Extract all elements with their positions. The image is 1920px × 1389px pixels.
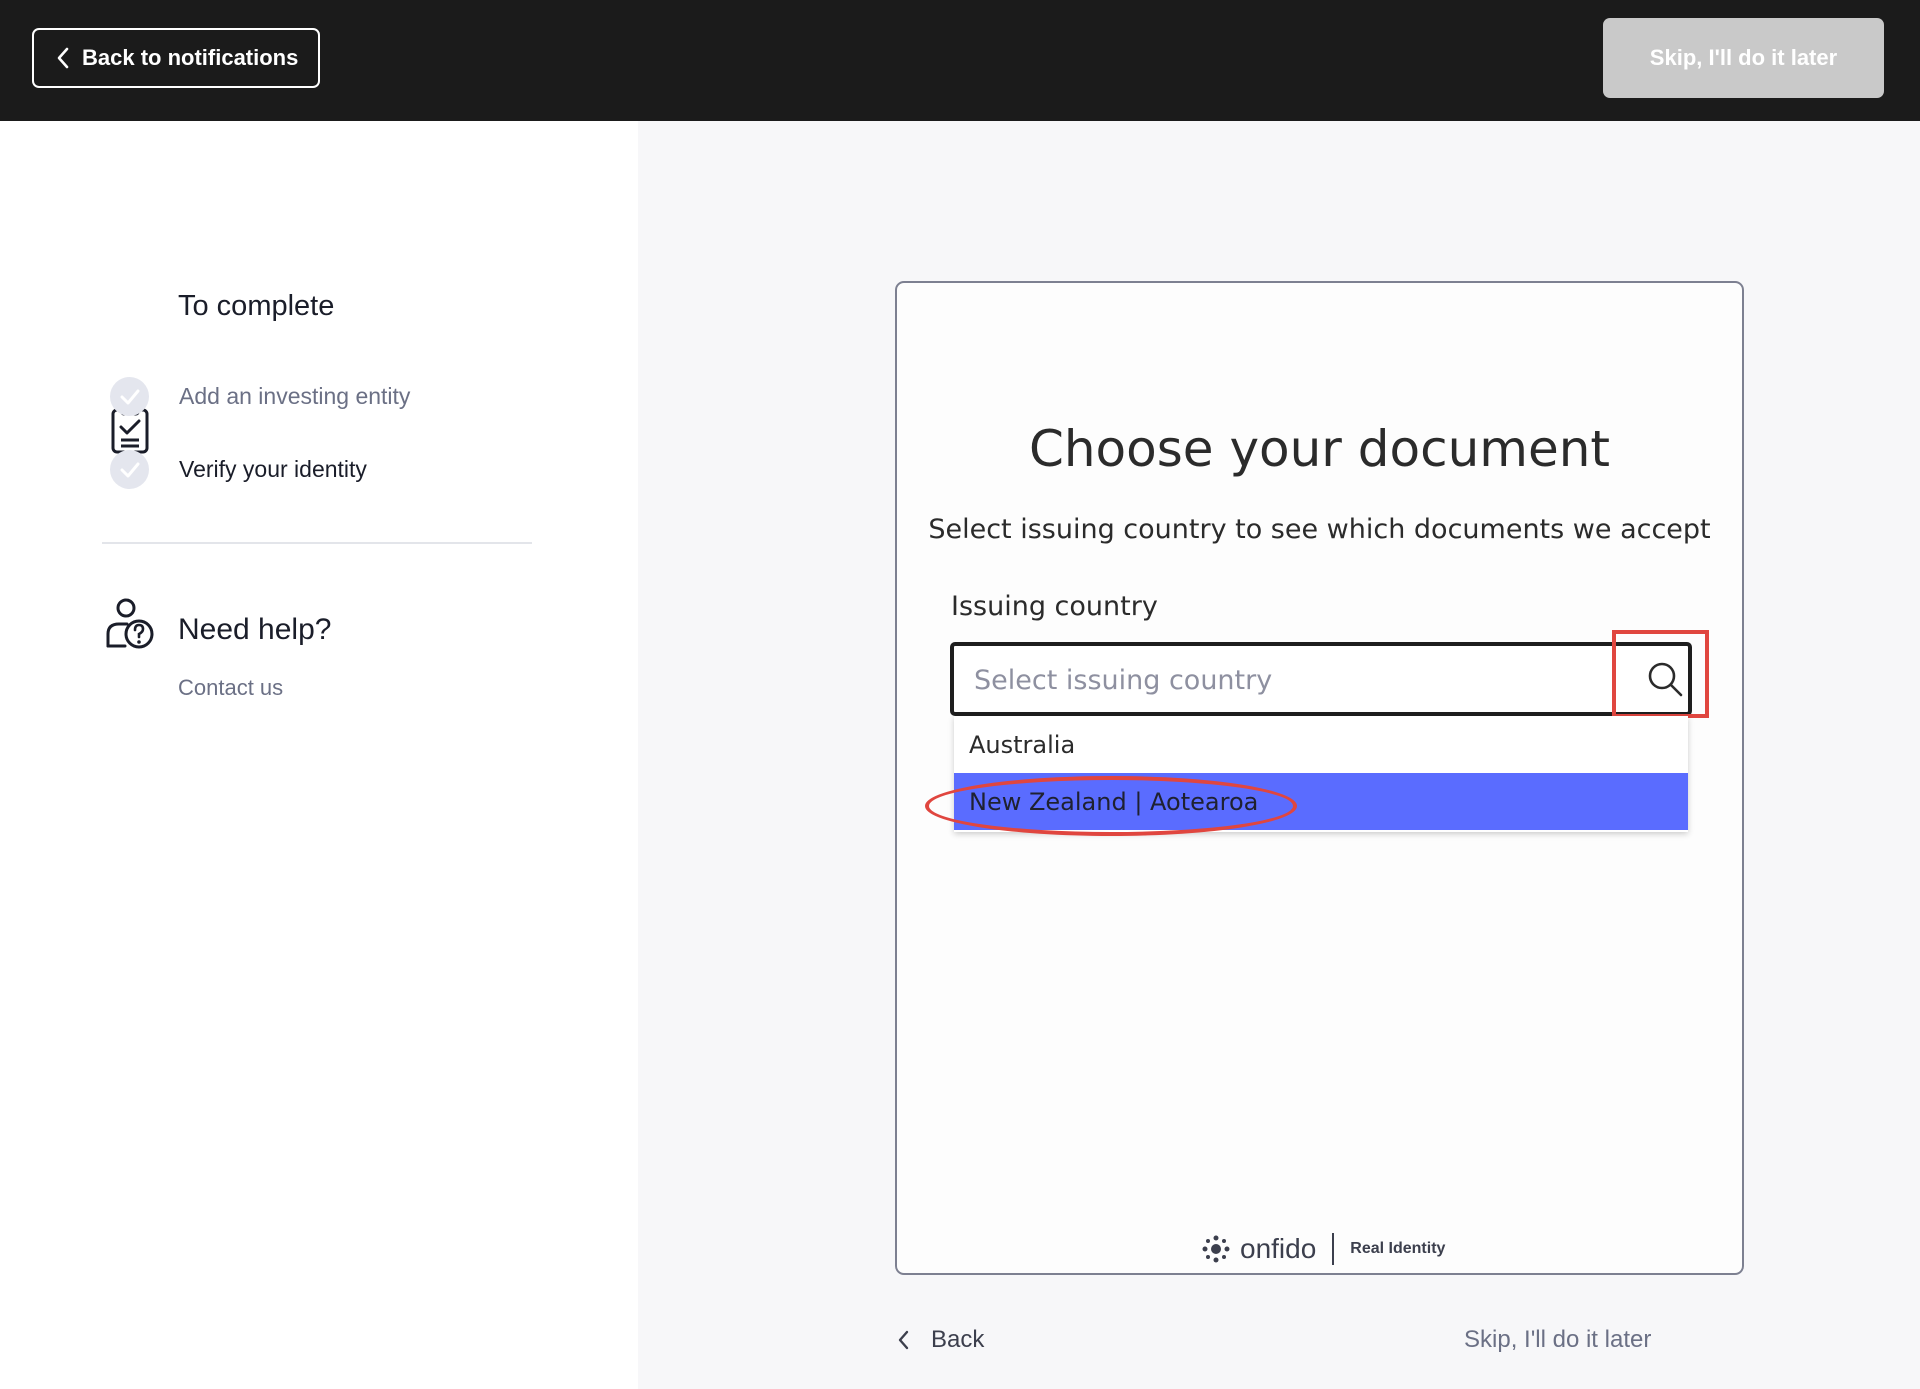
issuing-country-input[interactable]: [974, 660, 1574, 700]
back-button[interactable]: Back: [897, 1326, 984, 1354]
onfido-brand: onfido Real Identity: [1202, 1233, 1445, 1265]
step-label: Verify your identity: [179, 456, 367, 482]
help-person-icon: [106, 598, 154, 649]
onfido-logo-icon: [1202, 1235, 1230, 1263]
check-circle-icon: [110, 450, 149, 489]
step-add-investing-entity[interactable]: Add an investing entity: [110, 377, 410, 416]
card-title: Choose your document: [1028, 420, 1611, 478]
back-to-notifications-button[interactable]: Back to notifications: [32, 28, 320, 88]
skip-button-bottom[interactable]: Skip, I'll do it later: [1464, 1326, 1651, 1354]
contact-us-link[interactable]: Contact us: [178, 675, 283, 701]
step-verify-identity[interactable]: Verify your identity: [110, 450, 367, 489]
step-label: Add an investing entity: [179, 383, 411, 409]
option-australia[interactable]: Australia: [954, 716, 1688, 773]
back-to-notifications-label: Back to notifications: [82, 45, 299, 70]
back-label: Back: [931, 1326, 985, 1353]
skip-button-top[interactable]: Skip, I'll do it later: [1603, 18, 1884, 98]
chevron-left-icon: [57, 47, 69, 69]
chevron-left-icon: [898, 1330, 909, 1350]
to-complete-heading: To complete: [178, 290, 335, 322]
brand-separator: [1332, 1233, 1335, 1265]
need-help-heading: Need help?: [178, 613, 332, 646]
brand-name: onfido: [1240, 1233, 1317, 1264]
issuing-country-label: Issuing country: [951, 591, 1158, 622]
card-subtitle: Select issuing country to see which docu…: [928, 514, 1711, 545]
brand-tagline: Real Identity: [1350, 1240, 1446, 1257]
sidebar-divider: [102, 542, 532, 544]
top-bar: Back to notifications Skip, I'll do it l…: [0, 0, 1920, 121]
document-card: Choose your document Select issuing coun…: [895, 281, 1744, 1275]
annotation-rectangle: [1612, 630, 1709, 718]
issuing-country-combobox[interactable]: [950, 642, 1692, 716]
check-circle-icon: [110, 377, 149, 416]
annotation-ellipse: [925, 776, 1297, 836]
